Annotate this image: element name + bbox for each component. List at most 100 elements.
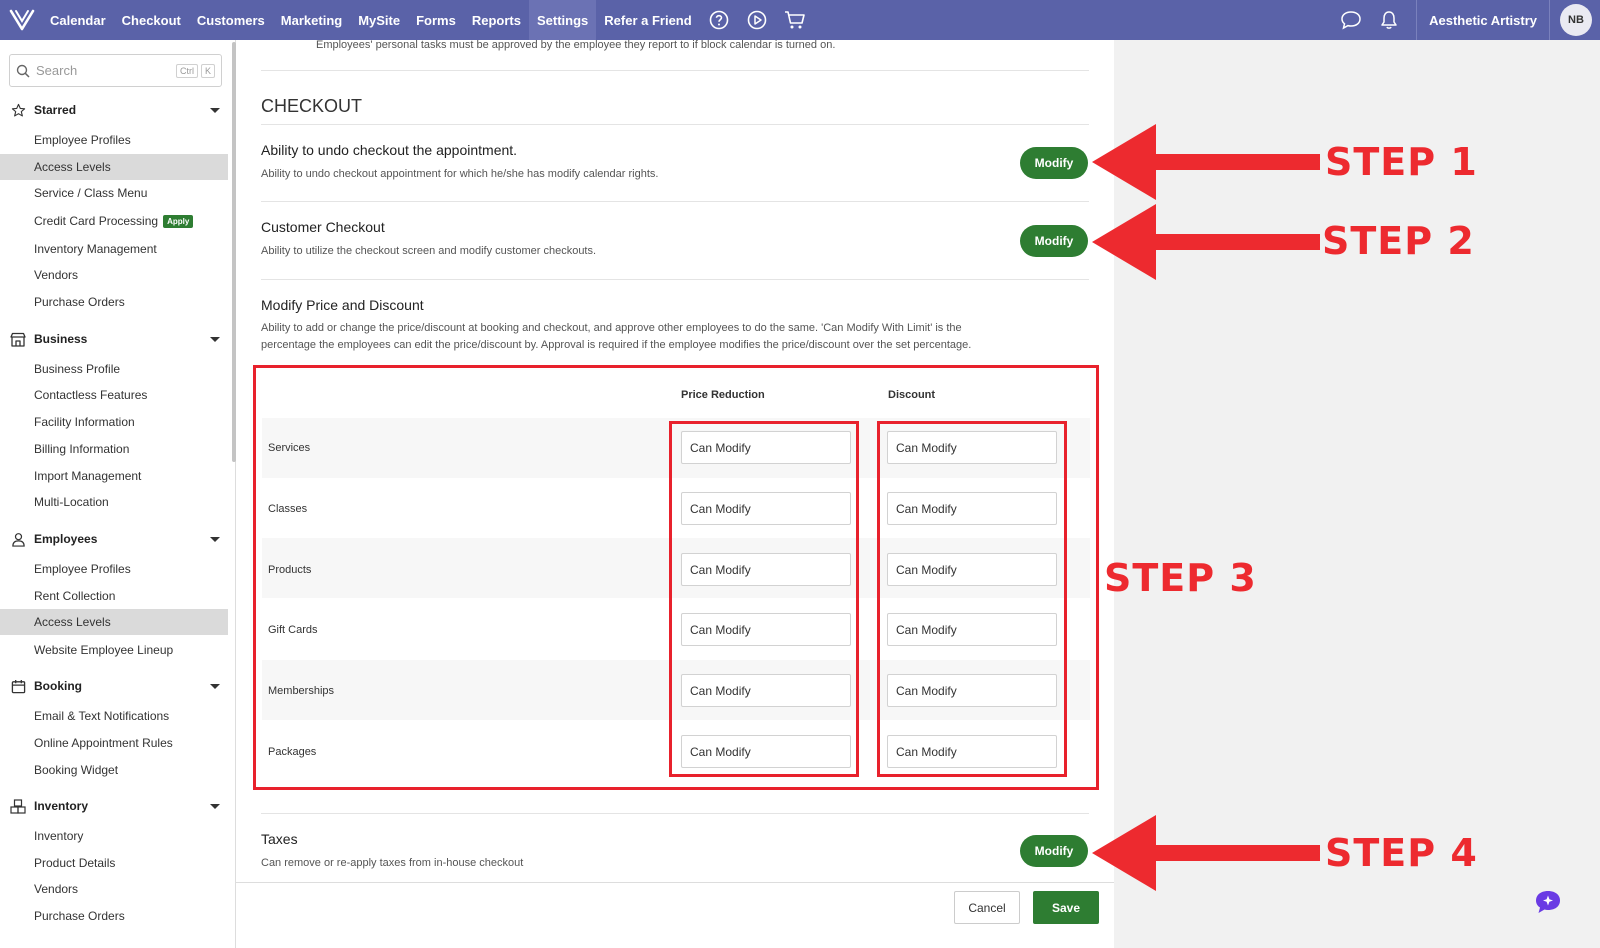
nav-checkout[interactable]: Checkout xyxy=(114,0,189,40)
nav-calendar[interactable]: Calendar xyxy=(42,0,114,40)
sidebar-item-service-class-menu[interactable]: Service / Class Menu xyxy=(0,180,228,206)
customer-checkout-modify-button[interactable]: Modify xyxy=(1020,225,1088,257)
section-starred[interactable]: Starred xyxy=(10,100,226,120)
sidebar-item-online-appointment-rules[interactable]: Online Appointment Rules xyxy=(0,730,228,756)
chevron-down-icon[interactable] xyxy=(210,336,220,342)
taxes-modify-button[interactable]: Modify xyxy=(1020,835,1088,867)
cart-icon[interactable] xyxy=(776,0,814,40)
permission-taxes-desc: Can remove or re-apply taxes from in-hou… xyxy=(261,857,524,869)
play-circle-icon[interactable] xyxy=(738,0,776,40)
permission-price-discount-title: Modify Price and Discount xyxy=(261,297,424,313)
sidebar-item-import-management[interactable]: Import Management xyxy=(0,463,228,489)
nav-settings[interactable]: Settings xyxy=(528,0,597,40)
nav-refer-a-friend[interactable]: Refer a Friend xyxy=(596,0,699,40)
sidebar-item-employee-profiles[interactable]: Employee Profiles xyxy=(0,127,228,153)
chevron-down-icon[interactable] xyxy=(210,536,220,542)
sidebar-item-business-profile[interactable]: Business Profile xyxy=(0,356,228,382)
sidebar-item-multi-location[interactable]: Multi-Location xyxy=(0,489,228,515)
top-navigation-bar: Calendar Checkout Customers Marketing My… xyxy=(0,0,1600,40)
ai-chat-icon[interactable] xyxy=(1533,888,1563,916)
sidebar-item-billing-information[interactable]: Billing Information xyxy=(0,436,228,462)
page-title: CHECKOUT xyxy=(261,96,363,116)
avatar[interactable]: NB xyxy=(1560,4,1592,36)
v-logo-icon[interactable] xyxy=(2,0,42,40)
sidebar-item-purchase-orders[interactable]: Purchase Orders xyxy=(0,289,228,315)
divider xyxy=(261,813,1089,814)
section-inventory-title: Inventory xyxy=(34,799,89,813)
boxes-icon xyxy=(10,798,26,814)
business-name[interactable]: Aesthetic Artistry xyxy=(1416,0,1550,40)
divider xyxy=(261,279,1089,280)
permission-customer-checkout-desc: Ability to utilize the checkout screen a… xyxy=(261,245,597,257)
sidebar-item-employee-profiles[interactable]: Employee Profiles xyxy=(0,556,228,582)
step4-label: STEP 4 xyxy=(1325,831,1478,875)
sidebar-item-facility-information[interactable]: Facility Information xyxy=(0,409,228,435)
permission-customer-checkout-title: Customer Checkout xyxy=(261,219,385,235)
search-placeholder: Search xyxy=(36,63,78,78)
step4-arrow-icon xyxy=(1092,815,1320,891)
sidebar-item-vendors[interactable]: Vendors xyxy=(0,876,228,902)
permission-price-discount-desc-1: Ability to add or change the price/disco… xyxy=(261,322,962,334)
price-reduction-highlight-box xyxy=(669,421,859,777)
chat-icon[interactable] xyxy=(1332,0,1370,40)
section-employees-title: Employees xyxy=(34,532,98,546)
star-icon xyxy=(10,102,26,118)
sidebar-item-inventory[interactable]: Inventory xyxy=(0,823,228,849)
apply-badge[interactable]: Apply xyxy=(163,214,194,228)
sidebar-item-credit-card-processing[interactable]: Credit Card Processing Apply xyxy=(0,208,228,234)
save-button[interactable]: Save xyxy=(1033,891,1099,924)
sidebar-item-vendors[interactable]: Vendors xyxy=(0,262,228,288)
step1-arrow-icon xyxy=(1092,124,1320,200)
sidebar-item-inventory-management[interactable]: Inventory Management xyxy=(0,236,228,262)
calendar-icon xyxy=(10,678,26,694)
sidebar-item-access-levels[interactable]: Access Levels xyxy=(0,154,228,180)
top-note: Employees' personal tasks must be approv… xyxy=(316,39,836,51)
step2-label: STEP 2 xyxy=(1322,219,1475,263)
help-circle-icon[interactable] xyxy=(700,0,738,40)
search-input[interactable]: Search Ctrl K xyxy=(9,54,222,87)
search-icon xyxy=(16,64,30,78)
section-starred-title: Starred xyxy=(34,103,77,117)
person-icon xyxy=(10,531,26,547)
divider xyxy=(261,70,1089,71)
bell-icon[interactable] xyxy=(1370,0,1408,40)
sidebar-item-access-levels[interactable]: Access Levels xyxy=(0,609,228,635)
section-booking[interactable]: Booking xyxy=(10,676,226,696)
divider xyxy=(261,201,1089,202)
sidebar-item-booking-widget[interactable]: Booking Widget xyxy=(0,757,228,783)
settings-sidebar: Search Ctrl K Starred Employee Profiles … xyxy=(0,40,236,948)
sidebar-item-email-text-notifications[interactable]: Email & Text Notifications xyxy=(0,703,228,729)
section-business[interactable]: Business xyxy=(10,329,226,349)
sidebar-item-label: Credit Card Processing xyxy=(34,214,159,228)
divider xyxy=(261,124,1089,125)
section-inventory[interactable]: Inventory xyxy=(10,796,226,816)
shortcut-ctrl: Ctrl xyxy=(175,63,198,78)
sidebar-item-contactless-features[interactable]: Contactless Features xyxy=(0,382,228,408)
sidebar-item-website-employee-lineup[interactable]: Website Employee Lineup xyxy=(0,637,228,663)
sidebar-item-purchase-orders[interactable]: Purchase Orders xyxy=(0,903,228,929)
step1-label: STEP 1 xyxy=(1325,140,1478,184)
store-icon xyxy=(10,331,26,347)
undo-checkout-modify-button[interactable]: Modify xyxy=(1020,147,1088,179)
sidebar-item-rent-collection[interactable]: Rent Collection xyxy=(0,583,228,609)
nav-mysite[interactable]: MySite xyxy=(350,0,408,40)
permission-taxes-title: Taxes xyxy=(261,831,298,847)
nav-forms[interactable]: Forms xyxy=(408,0,464,40)
step2-arrow-icon xyxy=(1092,204,1320,280)
nav-customers[interactable]: Customers xyxy=(189,0,273,40)
section-employees[interactable]: Employees xyxy=(10,529,226,549)
step3-label: STEP 3 xyxy=(1104,556,1257,600)
discount-highlight-box xyxy=(877,421,1067,777)
shortcut-k: K xyxy=(200,63,215,78)
permission-undo-checkout-desc: Ability to undo checkout appointment for… xyxy=(261,168,659,180)
chevron-down-icon[interactable] xyxy=(210,803,220,809)
section-booking-title: Booking xyxy=(34,679,82,693)
permission-price-discount-desc-2: percentage the employees can edit the pr… xyxy=(261,339,972,351)
chevron-down-icon[interactable] xyxy=(210,683,220,689)
nav-reports[interactable]: Reports xyxy=(464,0,529,40)
section-business-title: Business xyxy=(34,332,88,346)
cancel-button[interactable]: Cancel xyxy=(954,891,1020,924)
nav-marketing[interactable]: Marketing xyxy=(273,0,350,40)
sidebar-item-product-details[interactable]: Product Details xyxy=(0,850,228,876)
chevron-down-icon[interactable] xyxy=(210,107,220,113)
